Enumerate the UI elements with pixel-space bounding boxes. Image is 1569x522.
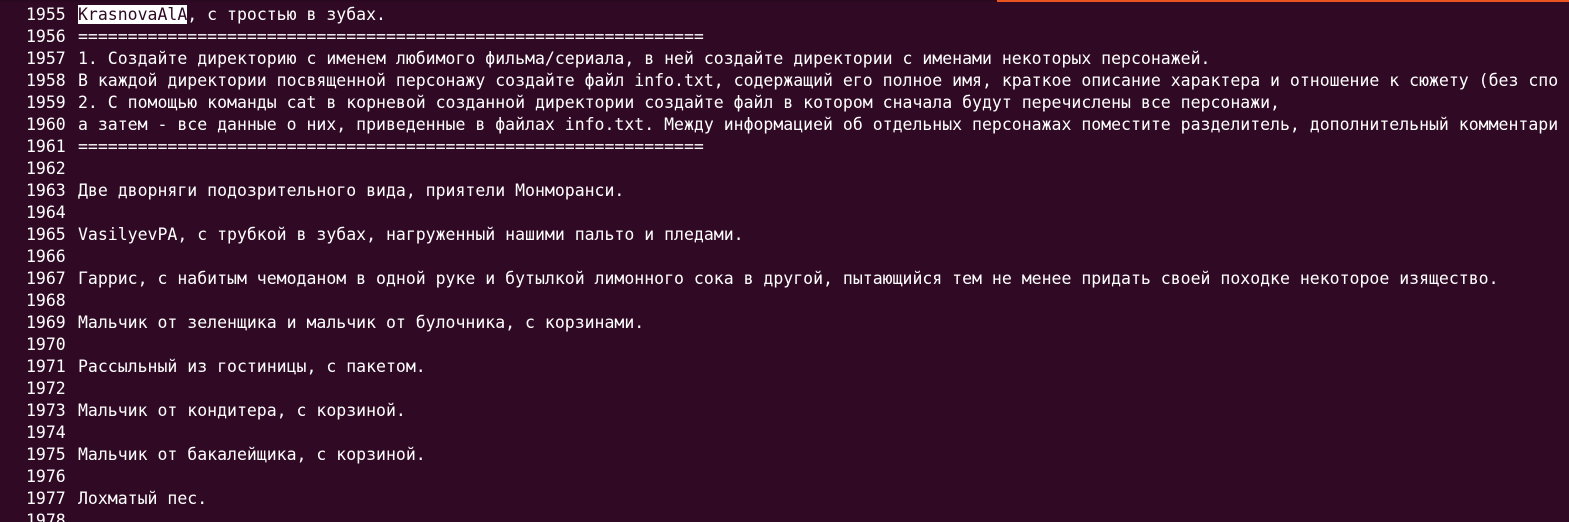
line-content: ========================================… — [78, 137, 704, 156]
line-content: Мальчик от кондитера, с корзиной. — [78, 401, 406, 420]
line-content: ========================================… — [78, 27, 704, 46]
line-number: 1976 — [26, 467, 66, 486]
line-text[interactable]: Две дворняги подозрительного вида, прият… — [78, 180, 624, 202]
line-number: 1966 — [26, 247, 66, 266]
line-content: Две дворняги подозрительного вида, прият… — [78, 181, 625, 200]
line-number: 1970 — [26, 335, 66, 354]
line-number: 1962 — [26, 159, 66, 178]
line-number: 1977 — [26, 489, 66, 508]
line-text[interactable]: В каждой директории посвященной персонаж… — [78, 70, 1558, 92]
line-number: 1971 — [26, 357, 66, 376]
selected-text[interactable]: KrasnovaAlA — [78, 5, 188, 24]
line-content: Мальчик от бакалейщика, с корзиной. — [78, 445, 426, 464]
line-number: 1963 — [26, 181, 66, 200]
line-content: а затем - все данные о них, приведенные … — [78, 115, 1559, 134]
line-text[interactable]: Мальчик от кондитера, с корзиной. — [78, 400, 406, 422]
line-number: 1957 — [26, 49, 66, 68]
line-number: 1978 — [26, 511, 66, 522]
line-text[interactable]: Лохматый пес. — [78, 488, 207, 510]
line-text[interactable]: а затем - все данные о них, приведенные … — [78, 114, 1558, 136]
line-text[interactable]: Мальчик от бакалейщика, с корзиной. — [78, 444, 426, 466]
line-number: 1958 — [26, 71, 66, 90]
line-content: 1. Создайте директорию с именем любимого… — [78, 49, 1211, 68]
line-text[interactable]: Гаррис, с набитым чемоданом в одной руке… — [78, 268, 1499, 290]
line-number: 1975 — [26, 445, 66, 464]
line-text[interactable]: Рассыльный из гостиницы, с пакетом. — [78, 356, 426, 378]
line-text[interactable]: 2. С помощью команды cat в корневой созд… — [78, 92, 1280, 114]
line-number: 1973 — [26, 401, 66, 420]
line-text[interactable]: Мальчик от зеленщика и мальчик от булочн… — [78, 312, 644, 334]
line-text[interactable]: ========================================… — [78, 26, 704, 48]
line-text[interactable]: VasilyevPA, с трубкой в зубах, нагруженн… — [78, 224, 744, 246]
line-content: В каждой директории посвященной персонаж… — [78, 71, 1559, 90]
line-text[interactable]: KrasnovaAlA, с тростью в зубах. — [78, 4, 386, 26]
line-number: 1960 — [26, 115, 66, 134]
line-content: Лохматый пес. — [78, 489, 208, 508]
line-text[interactable]: ========================================… — [78, 136, 704, 158]
line-number: 1972 — [26, 379, 66, 398]
line-number: 1956 — [26, 27, 66, 46]
line-number: 1968 — [26, 291, 66, 310]
line-number: 1964 — [26, 203, 66, 222]
line-content: Гаррис, с набитым чемоданом в одной руке… — [78, 269, 1499, 288]
line-number: 1955 — [26, 5, 66, 24]
line-content: , с тростью в зубах. — [187, 5, 386, 24]
line-content: 2. С помощью команды cat в корневой созд… — [78, 93, 1280, 112]
line-number: 1969 — [26, 313, 66, 332]
active-accent-bar — [997, 0, 1569, 2]
line-number: 1974 — [26, 423, 66, 442]
line-number: 1959 — [26, 93, 66, 112]
line-number: 1961 — [26, 137, 66, 156]
line-content: VasilyevPA, с трубкой в зубах, нагруженн… — [78, 225, 744, 244]
line-text[interactable]: 1. Создайте директорию с именем любимого… — [78, 48, 1210, 70]
line-content: Рассыльный из гостиницы, с пакетом. — [78, 357, 426, 376]
line-number: 1967 — [26, 269, 66, 288]
line-number: 1965 — [26, 225, 66, 244]
line-content: Мальчик от зеленщика и мальчик от булочн… — [78, 313, 645, 332]
terminal-editor[interactable]: 1955 KrasnovaAlA, с тростью в зубах. 1956 =… — [0, 0, 1569, 522]
